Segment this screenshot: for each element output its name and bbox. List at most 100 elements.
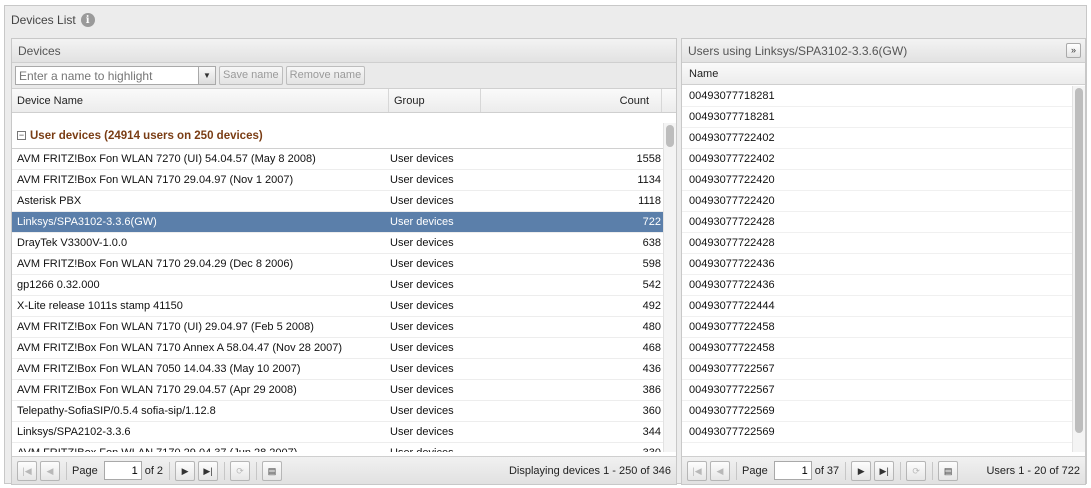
refresh-icon[interactable]: ⟳ [230,460,251,481]
table-row[interactable]: Linksys/SPA2102-3.3.6 User devices 344 [12,422,676,443]
list-item[interactable]: 00493077722402 [682,128,1085,149]
page-number-input[interactable] [103,461,142,480]
list-item[interactable]: 00493077722458 [682,338,1085,359]
table-row[interactable]: gp1266 0.32.000 User devices 542 [12,275,676,296]
device-name-cell: Linksys/SPA3102-3.3.6(GW) [17,216,157,228]
list-item[interactable]: 00493077722420 [682,170,1085,191]
devices-pager: |◀ ◀ Page of 2 ▶ ▶| ⟳ ▤ Displaying devic… [12,456,676,484]
prev-page-icon[interactable]: ◀ [40,460,60,481]
chevron-down-icon[interactable]: ▼ [198,67,215,84]
list-item[interactable]: 00493077722436 [682,275,1085,296]
list-item[interactable]: 00493077722402 [682,149,1085,170]
list-item[interactable]: 00493077722420 [682,191,1085,212]
group-cell: User devices [390,216,454,228]
table-row[interactable]: AVM FRITZ!Box Fon WLAN 7170 Annex A 58.0… [12,338,676,359]
group-cell: User devices [390,384,454,396]
separator [66,461,67,480]
list-item[interactable]: 00493077722567 [682,380,1085,401]
group-cell: User devices [390,405,454,417]
table-row[interactable]: Asterisk PBX User devices 1118 [12,191,676,212]
group-cell: User devices [390,363,454,375]
first-page-icon[interactable]: |◀ [687,460,707,481]
users-panel-header: Users using Linksys/SPA3102-3.3.6(GW) » [682,39,1085,63]
devices-list-window: Devices List i Devices ▼ Save name Remov… [4,5,1087,485]
devices-scrollbar-thumb[interactable] [666,125,674,147]
users-panel-title: Users using Linksys/SPA3102-3.3.6(GW) [688,44,908,58]
export-icon[interactable]: ▤ [262,460,283,481]
refresh-icon[interactable]: ⟳ [906,460,927,481]
table-row[interactable]: AVM FRITZ!Box Fon WLAN 7170 29.04.37 (Ju… [12,443,676,452]
table-row[interactable]: AVM FRITZ!Box Fon WLAN 7170 29.04.97 (No… [12,170,676,191]
list-item[interactable]: 00493077722458 [682,317,1085,338]
device-name-cell: Linksys/SPA2102-3.3.6 [17,426,131,438]
devices-scrollbar[interactable] [663,123,676,452]
separator [256,461,258,480]
separator [736,461,737,480]
user-rows: 00493077718281 00493077718281 004930777224… [682,86,1085,443]
table-row[interactable]: AVM FRITZ!Box Fon WLAN 7270 (UI) 54.04.5… [12,149,676,170]
table-row[interactable]: Telepathy-SofiaSIP/0.5.4 sofia-sip/1.12.… [12,401,676,422]
remove-name-button[interactable]: Remove name [285,66,366,85]
highlight-input[interactable] [16,67,198,84]
list-item[interactable]: 00493077722567 [682,359,1085,380]
collapse-icon[interactable]: − [17,131,26,140]
list-item[interactable]: 00493077722569 [682,422,1085,443]
column-count[interactable]: Count [481,89,662,112]
group-cell: User devices [390,426,454,438]
count-cell: 1558 [636,153,661,165]
device-name-cell: AVM FRITZ!Box Fon WLAN 7170 29.04.57 (Ap… [17,384,297,396]
group-cell: User devices [390,321,454,333]
count-cell: 598 [642,258,661,270]
list-item[interactable]: 00493077718281 [682,107,1085,128]
count-cell: 480 [642,321,661,333]
count-cell: 1134 [637,174,661,186]
list-item[interactable]: 00493077722428 [682,233,1085,254]
devices-pager-status: Displaying devices 1 - 250 of 346 [508,464,671,477]
table-row[interactable]: Linksys/SPA3102-3.3.6(GW) User devices 722 [12,212,676,233]
prev-page-icon[interactable]: ◀ [710,460,730,481]
group-header-row[interactable]: − User devices (24914 users on 250 devic… [12,123,676,149]
separator [932,461,934,480]
users-scrollbar-thumb[interactable] [1075,88,1083,433]
group-label: User devices (24914 users on 250 devices… [30,129,263,142]
separator [900,461,902,480]
device-name-cell: Asterisk PBX [17,195,82,207]
next-page-icon[interactable]: ▶ [851,460,872,481]
list-item[interactable]: 00493077722569 [682,401,1085,422]
page-number-input[interactable] [773,461,812,480]
separator [845,461,847,480]
info-icon[interactable]: i [80,13,95,27]
export-icon[interactable]: ▤ [938,460,959,481]
devices-panel-header: Devices [12,39,676,63]
devices-toolbar: ▼ Save name Remove name [12,63,676,89]
table-row[interactable]: AVM FRITZ!Box Fon WLAN 7170 (UI) 29.04.9… [12,317,676,338]
count-cell: 330 [481,447,663,452]
list-item[interactable]: 00493077718281 [682,86,1085,107]
save-name-button[interactable]: Save name [219,66,283,85]
count-cell: 1118 [638,195,661,207]
table-row[interactable]: DrayTek V3300V-1.0.0 User devices 638 [12,233,676,254]
device-name-cell: DrayTek V3300V-1.0.0 [17,237,128,249]
double-chevron-right-icon[interactable]: » [1066,43,1081,58]
column-user-name[interactable]: Name [682,63,1085,85]
table-row[interactable]: AVM FRITZ!Box Fon WLAN 7050 14.04.33 (Ma… [12,359,676,380]
table-row[interactable]: AVM FRITZ!Box Fon WLAN 7170 29.04.29 (De… [12,254,676,275]
table-row[interactable]: AVM FRITZ!Box Fon WLAN 7170 29.04.57 (Ap… [12,380,676,401]
column-group[interactable]: Group [389,89,481,112]
column-device-name[interactable]: Device Name [12,89,389,112]
group-cell: User devices [390,279,454,291]
next-page-icon[interactable]: ▶ [175,460,196,481]
last-page-icon[interactable]: ▶| [874,460,895,481]
list-item[interactable]: 00493077722428 [682,212,1085,233]
first-page-icon[interactable]: |◀ [17,460,37,481]
highlight-combo[interactable]: ▼ [15,66,216,85]
group-cell: User devices [390,174,454,186]
last-page-icon[interactable]: ▶| [198,460,219,481]
page-count-label: of 2 [144,464,164,477]
table-row[interactable]: X-Lite release 1011s stamp 41150 User dev… [12,296,676,317]
users-scrollbar[interactable] [1072,86,1085,452]
group-cell: User devices [390,258,454,270]
list-item[interactable]: 00493077722436 [682,254,1085,275]
list-item[interactable]: 00493077722444 [682,296,1085,317]
device-name-cell: AVM FRITZ!Box Fon WLAN 7050 14.04.33 (Ma… [17,363,301,375]
